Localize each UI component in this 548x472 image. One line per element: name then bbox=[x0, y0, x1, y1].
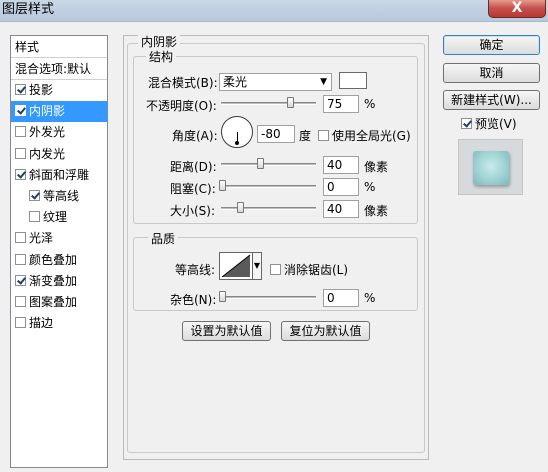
opacity-slider-thumb[interactable] bbox=[287, 97, 294, 108]
distance-unit: 像素 bbox=[364, 160, 389, 174]
style-item-label: 斜面和浮雕 bbox=[29, 167, 90, 182]
style-item-label: 渐变叠加 bbox=[29, 273, 78, 288]
style-item-0[interactable]: 投影 bbox=[11, 80, 107, 101]
noise-slider-track[interactable] bbox=[221, 296, 316, 299]
style-item-10[interactable]: 图案叠加 bbox=[11, 292, 107, 313]
size-slider-track[interactable] bbox=[221, 207, 316, 210]
anti-alias-checkbox[interactable]: 消除锯齿(L) bbox=[270, 261, 348, 278]
opacity-unit: % bbox=[364, 97, 376, 111]
style-item-checkbox[interactable] bbox=[15, 253, 26, 265]
style-item-checkbox[interactable] bbox=[15, 168, 26, 180]
style-item-4[interactable]: 斜面和浮雕 bbox=[11, 165, 107, 186]
style-item-label: 内阴影 bbox=[29, 104, 66, 119]
size-unit: 像素 bbox=[364, 204, 389, 218]
style-item-checkbox[interactable] bbox=[15, 274, 26, 286]
contour-dropdown-arrow[interactable]: ▼ bbox=[253, 252, 262, 280]
contour-curve-icon bbox=[221, 254, 251, 278]
style-item-label: 等高线 bbox=[43, 188, 80, 203]
size-input[interactable]: 40 bbox=[323, 200, 359, 218]
distance-input[interactable]: 40 bbox=[323, 156, 359, 174]
style-item-checkbox[interactable] bbox=[15, 232, 26, 244]
style-item-label: 颜色叠加 bbox=[29, 252, 78, 267]
style-item-label: 光泽 bbox=[29, 231, 54, 246]
style-item-label: 描边 bbox=[29, 316, 54, 331]
distance-label: 距离(D): bbox=[170, 160, 217, 174]
choke-input[interactable]: 0 bbox=[323, 178, 359, 196]
style-item-checkbox[interactable] bbox=[15, 147, 26, 159]
distance-slider-track[interactable] bbox=[221, 163, 316, 166]
style-item-label: 外发光 bbox=[29, 125, 66, 140]
style-item-checkbox[interactable] bbox=[15, 126, 26, 138]
style-item-label: 内发光 bbox=[29, 146, 66, 161]
style-item-checkbox[interactable] bbox=[15, 105, 26, 117]
opacity-slider-track[interactable] bbox=[221, 102, 316, 105]
style-item-9[interactable]: 渐变叠加 bbox=[11, 271, 107, 292]
style-item-checkbox[interactable] bbox=[29, 211, 40, 223]
choke-unit: % bbox=[364, 180, 376, 194]
reset-default-button[interactable]: 复位为默认值 bbox=[281, 321, 370, 341]
noise-label: 杂色(N): bbox=[170, 293, 217, 307]
angle-input[interactable]: -80 bbox=[257, 125, 295, 143]
style-item-checkbox[interactable] bbox=[15, 317, 26, 329]
title-bar: 图层样式 X bbox=[0, 0, 548, 22]
style-item-1[interactable]: 内阴影 bbox=[11, 101, 107, 123]
structure-title: 结构 bbox=[146, 48, 177, 65]
blend-mode-label: 混合模式(B): bbox=[148, 76, 218, 90]
style-preview bbox=[458, 139, 523, 195]
style-item-checkbox[interactable] bbox=[29, 189, 40, 201]
blend-mode-select[interactable]: 柔光 ▼ bbox=[219, 73, 332, 91]
style-item-checkbox[interactable] bbox=[15, 295, 26, 307]
style-item-label: 纹理 bbox=[43, 210, 68, 225]
noise-input[interactable]: 0 bbox=[323, 289, 359, 307]
style-item-11[interactable]: 描边 bbox=[11, 313, 107, 334]
make-default-button[interactable]: 设置为默认值 bbox=[182, 321, 271, 341]
angle-label: 角度(A): bbox=[172, 129, 218, 143]
close-button[interactable]: X bbox=[488, 0, 546, 18]
angle-unit: 度 bbox=[299, 129, 312, 143]
contour-label: 等高线: bbox=[175, 263, 216, 277]
opacity-input[interactable]: 75 bbox=[323, 95, 359, 113]
window-title: 图层样式 bbox=[2, 2, 55, 17]
global-light-check-icon[interactable] bbox=[318, 130, 329, 141]
layer-style-dialog: 图层样式 X 样式 混合选项:默认 投影内阴影外发光内发光斜面和浮雕等高线纹理光… bbox=[0, 0, 548, 472]
style-item-7[interactable]: 光泽 bbox=[11, 228, 107, 249]
blend-options-item[interactable]: 混合选项:默认 bbox=[11, 58, 107, 80]
choke-slider-track[interactable] bbox=[221, 185, 316, 188]
preview-checkbox[interactable]: 预览(V) bbox=[461, 115, 517, 132]
noise-slider-thumb[interactable] bbox=[219, 291, 226, 302]
style-item-3[interactable]: 内发光 bbox=[11, 144, 107, 165]
inner-shadow-panel: 内阴影 结构 混合模式(B): 柔光 ▼ 不透明度(O): 75 % 角度(A)… bbox=[123, 33, 429, 460]
anti-alias-check-icon[interactable] bbox=[270, 264, 281, 275]
new-style-button[interactable]: 新建样式(W)... bbox=[443, 90, 540, 110]
cancel-button[interactable]: 取消 bbox=[443, 63, 540, 83]
angle-dial[interactable] bbox=[221, 116, 253, 148]
quality-title: 品质 bbox=[148, 230, 179, 247]
style-item-label: 投影 bbox=[29, 83, 54, 97]
style-item-checkbox[interactable] bbox=[15, 84, 26, 95]
style-item-8[interactable]: 颜色叠加 bbox=[11, 250, 107, 271]
ok-button[interactable]: 确定 bbox=[443, 35, 540, 55]
global-light-checkbox[interactable]: 使用全局光(G) bbox=[318, 127, 411, 144]
style-item-label: 图案叠加 bbox=[29, 294, 78, 309]
preview-check-icon[interactable] bbox=[461, 118, 472, 129]
preview-tile bbox=[473, 151, 509, 185]
noise-unit: % bbox=[364, 291, 376, 305]
style-item-6[interactable]: 纹理 bbox=[11, 207, 107, 228]
choke-slider-thumb[interactable] bbox=[219, 180, 226, 191]
contour-picker[interactable] bbox=[219, 252, 253, 280]
opacity-label: 不透明度(O): bbox=[146, 99, 217, 113]
size-slider-thumb[interactable] bbox=[237, 202, 244, 213]
shadow-color-swatch[interactable] bbox=[339, 72, 367, 89]
choke-label: 阻塞(C): bbox=[170, 182, 216, 196]
size-label: 大小(S): bbox=[170, 204, 216, 218]
style-item-2[interactable]: 外发光 bbox=[11, 122, 107, 143]
style-item-5[interactable]: 等高线 bbox=[11, 186, 107, 207]
distance-slider-thumb[interactable] bbox=[257, 158, 264, 169]
chevron-down-icon: ▼ bbox=[320, 77, 327, 87]
style-list: 样式 混合选项:默认 投影内阴影外发光内发光斜面和浮雕等高线纹理光泽颜色叠加渐变… bbox=[10, 35, 108, 468]
style-list-header[interactable]: 样式 bbox=[11, 36, 107, 58]
